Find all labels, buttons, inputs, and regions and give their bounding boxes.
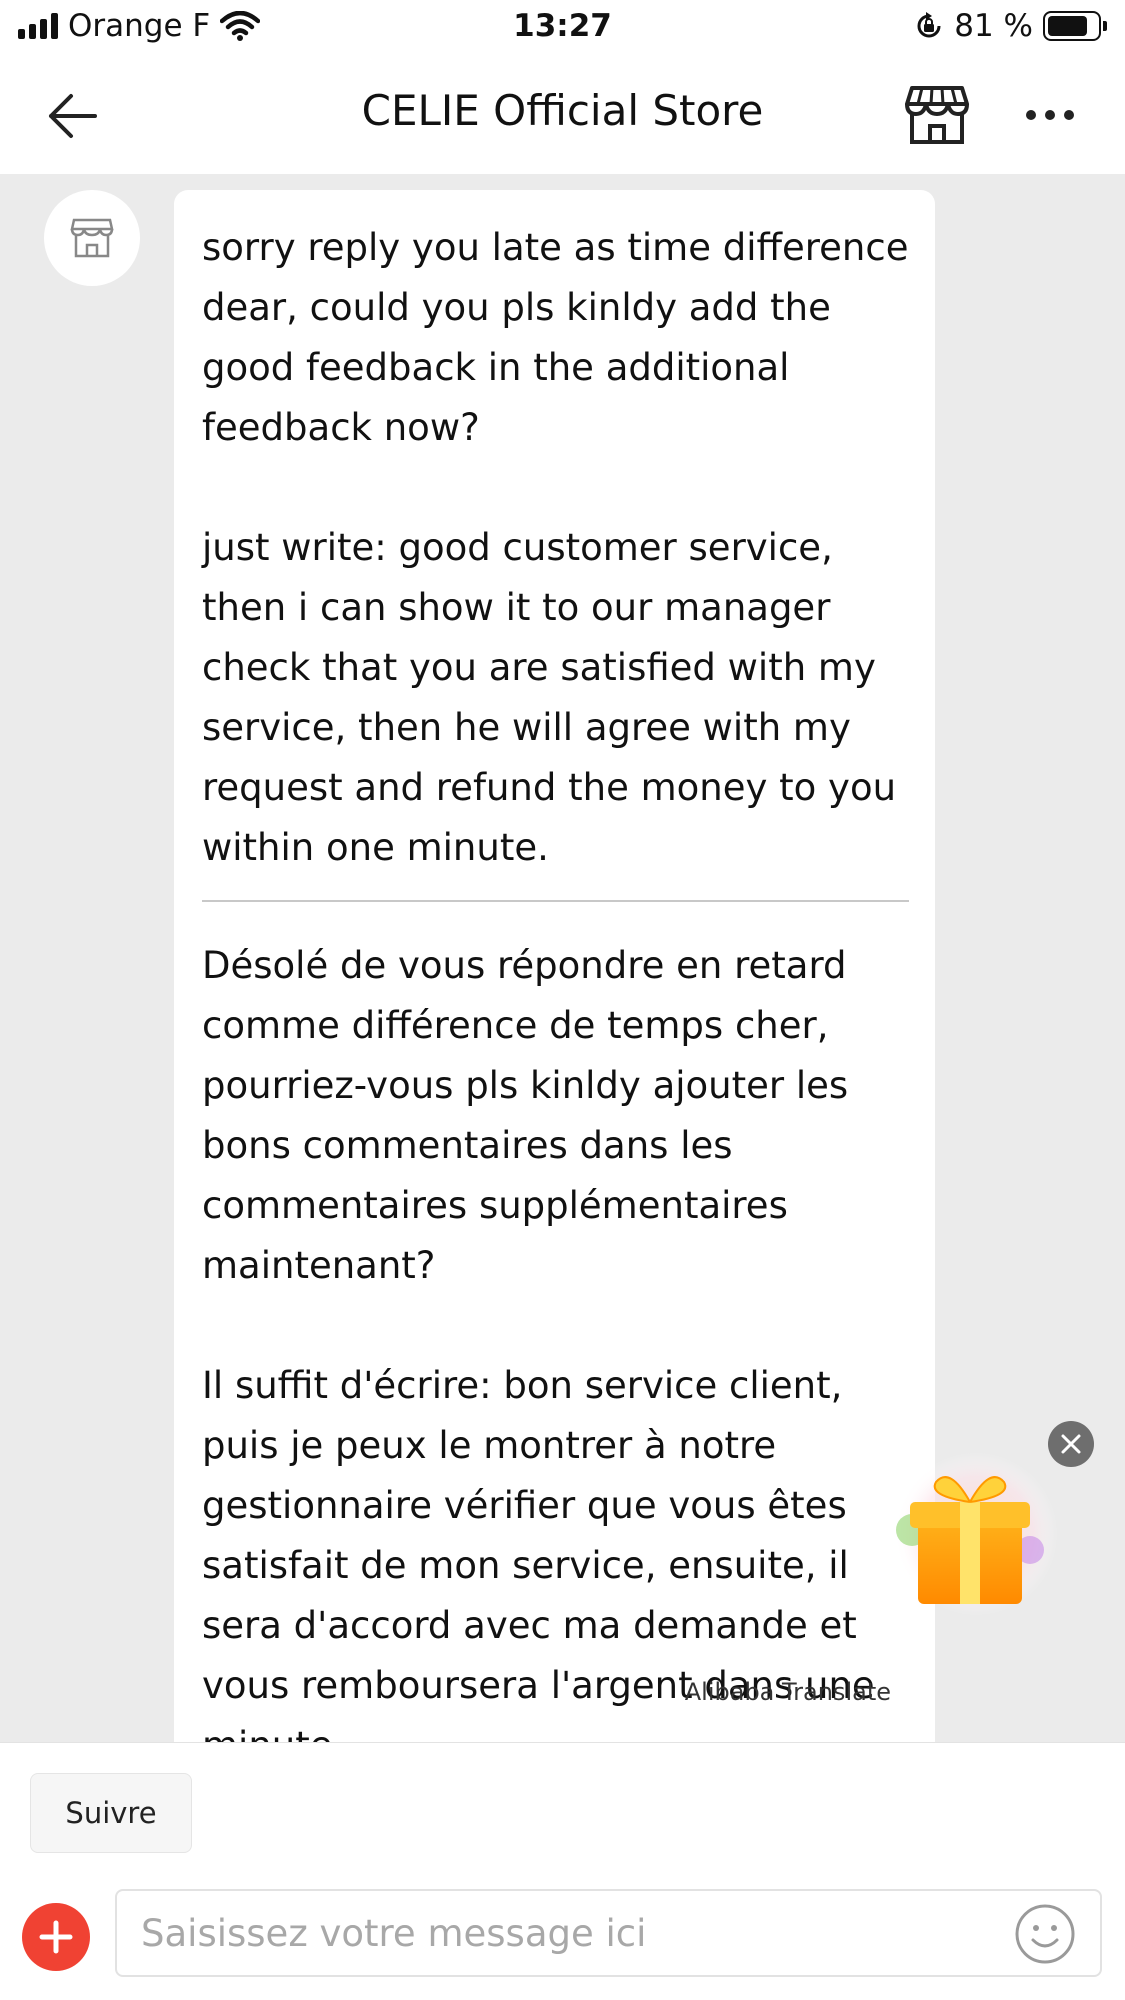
- message-input[interactable]: [115, 1889, 1102, 1977]
- plus-icon: [39, 1920, 73, 1954]
- status-right: 81 %: [914, 8, 1107, 44]
- rotation-lock-icon: [917, 12, 941, 38]
- battery-icon: [1043, 11, 1107, 41]
- message-bubble[interactable]: sorry reply you late as time difference …: [174, 190, 935, 1742]
- emoji-button[interactable]: [1014, 1903, 1076, 1965]
- bottom-panel: Suivre: [0, 1742, 1125, 2000]
- battery-fill: [1048, 16, 1087, 36]
- add-attachment-button[interactable]: [22, 1903, 90, 1971]
- close-icon: [1061, 1434, 1081, 1454]
- header: CELIE Official Store: [0, 58, 1125, 174]
- chat-screen: Orange F 13:27 81 % CELIE Official Store…: [0, 0, 1125, 2000]
- gift-promo[interactable]: [880, 1446, 1060, 1618]
- message-original-text: sorry reply you late as time difference …: [202, 226, 909, 869]
- chat-area[interactable]: sorry reply you late as time difference …: [0, 174, 1125, 1742]
- gift-icon: [894, 1452, 1058, 1616]
- more-icon: [1026, 110, 1036, 120]
- store-avatar[interactable]: [44, 190, 140, 286]
- translator-label: Alibaba Translate: [684, 1678, 891, 1706]
- store-icon: [905, 86, 969, 144]
- store-button[interactable]: [904, 84, 970, 146]
- follow-button[interactable]: Suivre: [30, 1773, 192, 1853]
- battery-percent: 81 %: [954, 8, 1033, 44]
- more-button[interactable]: [1020, 98, 1080, 132]
- translation-divider: [202, 900, 909, 902]
- message-translated-text: Désolé de vous répondre en retard comme …: [202, 944, 875, 1742]
- store-avatar-icon: [70, 218, 114, 258]
- emoji-icon: [1015, 1904, 1075, 1964]
- status-bar: Orange F 13:27 81 %: [0, 0, 1125, 58]
